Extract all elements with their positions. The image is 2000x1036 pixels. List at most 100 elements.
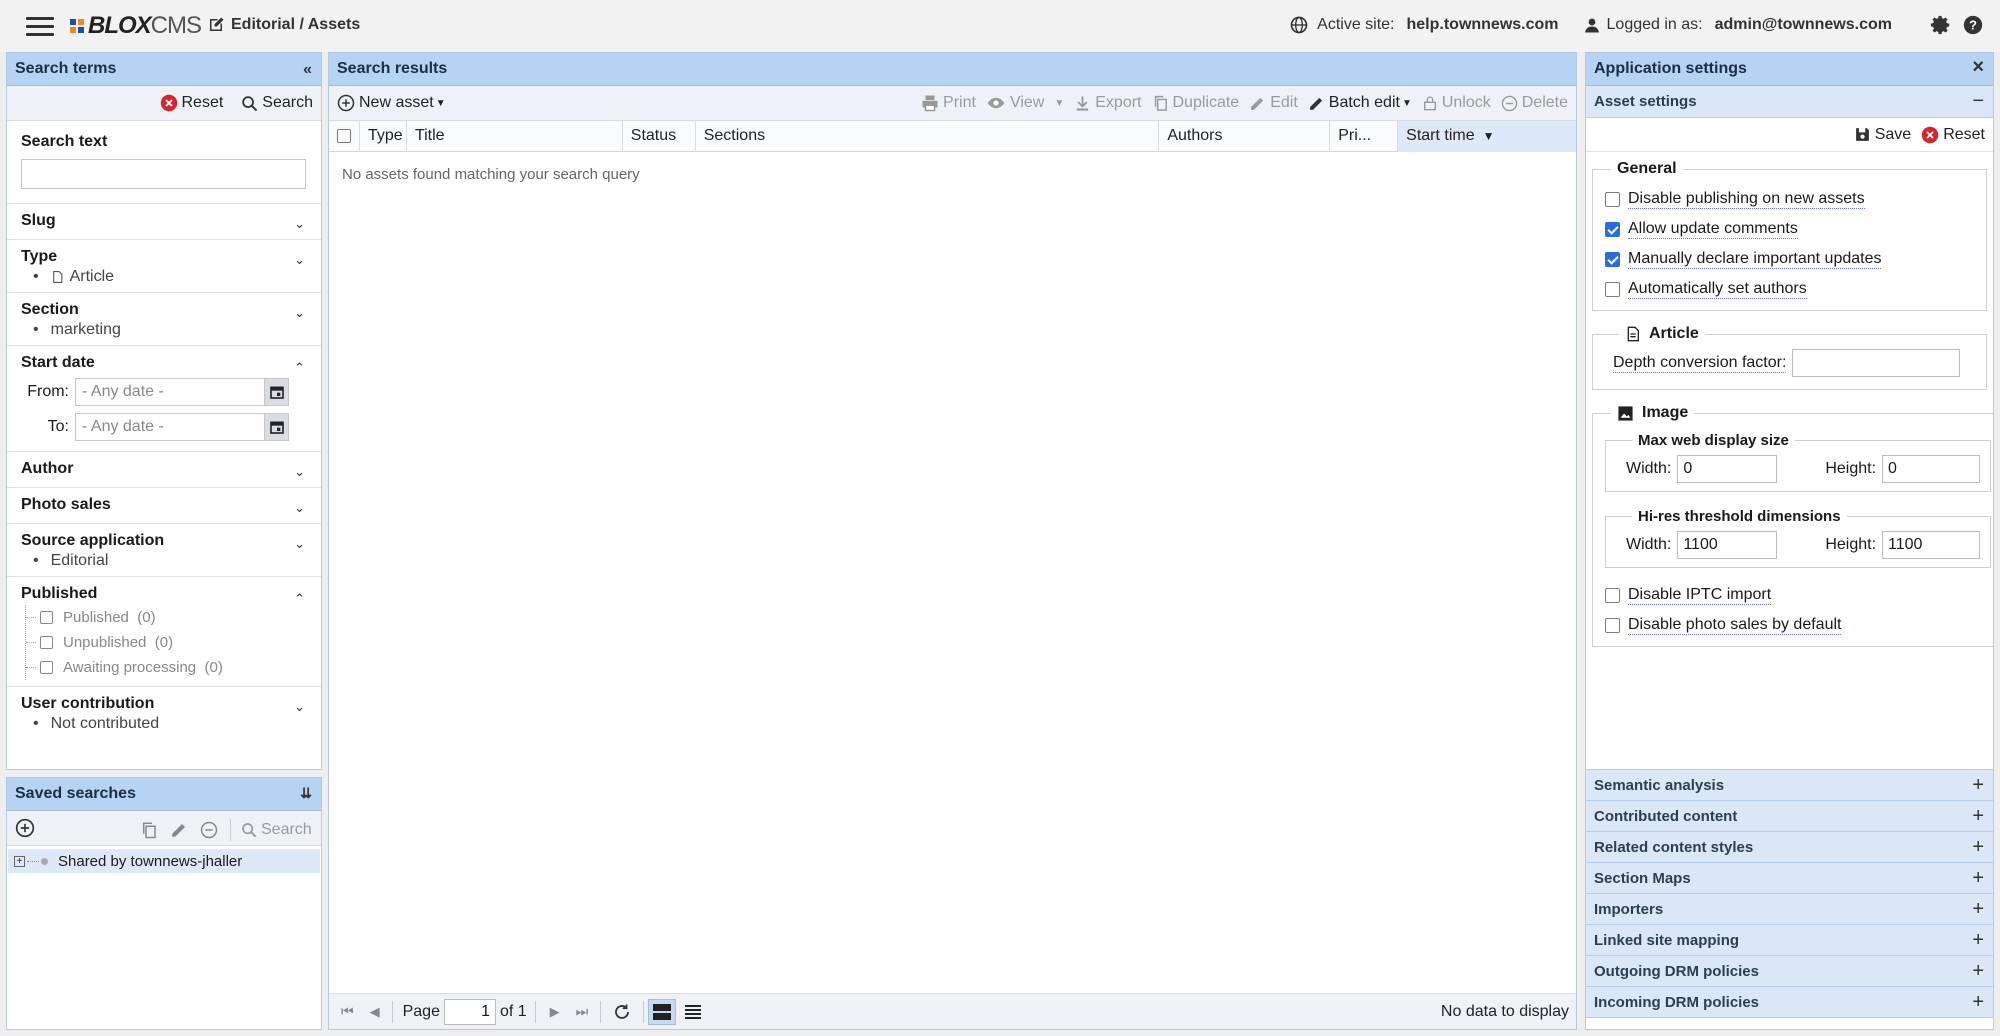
saved-search-button[interactable]: Search (241, 821, 312, 839)
checkbox-checked[interactable] (1605, 251, 1620, 267)
unpublished-option[interactable]: Unpublished (0) (26, 630, 307, 655)
contributed-content-section[interactable]: Contributed content + (1586, 801, 1993, 832)
depth-conversion-input[interactable] (1792, 349, 1961, 377)
print-button[interactable]: Print (921, 94, 976, 112)
collapse-down-icon[interactable]: ⇊ (300, 785, 312, 802)
semantic-analysis-section[interactable]: Semantic analysis + (1586, 770, 1993, 801)
chevron-down-icon[interactable]: ⌄ (294, 699, 305, 715)
section-maps-section[interactable]: Section Maps + (1586, 863, 1993, 894)
start-date-filter[interactable]: Start date ⌃ From: - Any date - To: - An… (7, 346, 321, 452)
disable-iptc-option[interactable]: Disable IPTC import (1605, 580, 1991, 610)
delete-button[interactable]: Delete (1501, 94, 1568, 112)
checkbox[interactable] (1605, 281, 1620, 297)
allow-update-comments-option[interactable]: Allow update comments (1605, 214, 1974, 244)
chevron-down-icon[interactable]: ⌄ (294, 305, 305, 321)
asset-settings-header[interactable]: Asset settings − (1586, 86, 1993, 118)
column-type[interactable]: Type (360, 120, 407, 152)
column-status[interactable]: Status (623, 120, 696, 152)
checkbox[interactable] (1605, 191, 1620, 207)
prev-page-icon[interactable]: ◀ (370, 1004, 380, 1020)
card-view-toggle[interactable] (648, 998, 677, 1025)
expand-icon[interactable]: + (1972, 960, 1984, 983)
expand-icon[interactable]: + (1972, 929, 1984, 952)
hires-height-input[interactable]: 1100 (1882, 531, 1981, 559)
new-asset-button[interactable]: New asset ▼ (337, 94, 446, 112)
checkbox-checked[interactable] (1605, 221, 1620, 237)
column-priority[interactable]: Pri... (1330, 120, 1399, 152)
related-content-styles-section[interactable]: Related content styles + (1586, 832, 1993, 863)
source-application-filter[interactable]: Source application ⌄ Editorial (7, 524, 321, 577)
edit-icon[interactable] (170, 821, 188, 839)
chevron-up-icon[interactable]: ⌃ (294, 591, 305, 607)
incoming-drm-policies-section[interactable]: Incoming DRM policies + (1586, 987, 1993, 1018)
expand-icon[interactable]: + (14, 855, 25, 867)
chevron-up-icon[interactable]: ⌃ (294, 360, 305, 376)
checkbox[interactable] (1605, 587, 1620, 603)
list-view-toggle[interactable] (680, 999, 706, 1025)
chevron-down-icon[interactable]: ⌄ (294, 216, 305, 232)
close-icon[interactable]: × (1972, 56, 1984, 79)
export-button[interactable]: Export (1074, 94, 1142, 112)
calendar-icon[interactable] (264, 414, 288, 440)
refresh-icon[interactable] (613, 1003, 631, 1021)
reset-button[interactable]: Reset (160, 94, 223, 112)
copy-icon[interactable] (140, 821, 158, 839)
active-site-value[interactable]: help.townnews.com (1407, 16, 1559, 34)
awaiting-processing-option[interactable]: Awaiting processing (0) (26, 655, 307, 680)
collapse-icon[interactable]: − (1972, 90, 1984, 113)
first-page-icon[interactable]: ⏮ (341, 1003, 354, 1020)
select-all-checkbox[interactable] (336, 129, 351, 143)
tree-item-shared[interactable]: + Shared by townnews-jhaller (8, 849, 320, 873)
add-icon[interactable] (15, 818, 35, 838)
chevron-down-icon[interactable]: ⌄ (294, 536, 305, 552)
column-authors[interactable]: Authors (1159, 120, 1331, 152)
published-option[interactable]: Published (0) (26, 605, 307, 630)
photo-sales-filter[interactable]: Photo sales ⌄ (7, 488, 321, 524)
search-button[interactable]: Search (241, 94, 313, 112)
unlock-button[interactable]: Unlock (1422, 94, 1491, 112)
author-filter[interactable]: Author ⌄ (7, 452, 321, 488)
checkbox[interactable] (40, 661, 53, 674)
duplicate-button[interactable]: Duplicate (1152, 94, 1239, 112)
hires-width-input[interactable]: 1100 (1677, 531, 1778, 559)
slug-filter[interactable]: Slug ⌄ (7, 204, 321, 240)
to-date-input[interactable]: - Any date - (75, 413, 289, 441)
batch-edit-button[interactable]: Batch edit ▼ (1308, 94, 1412, 112)
published-filter[interactable]: Published ⌃ Published (0) Unpublished (0… (7, 577, 321, 687)
last-page-icon[interactable]: ⏭ (576, 1003, 589, 1020)
checkbox[interactable] (40, 636, 53, 649)
save-button[interactable]: Save (1854, 126, 1911, 144)
expand-icon[interactable]: + (1972, 991, 1984, 1014)
disable-publishing-option[interactable]: Disable publishing on new assets (1605, 184, 1974, 214)
expand-icon[interactable]: + (1972, 836, 1984, 859)
remove-icon[interactable] (200, 821, 218, 839)
expand-icon[interactable]: + (1972, 805, 1984, 828)
edit-button[interactable]: Edit (1249, 94, 1298, 112)
view-button[interactable]: View ▼ (986, 94, 1064, 112)
page-number-input[interactable]: 1 (443, 998, 496, 1025)
column-title[interactable]: Title (407, 120, 623, 152)
chevron-down-icon[interactable]: ⌄ (294, 464, 305, 480)
from-date-input[interactable]: - Any date - (75, 378, 289, 406)
user-contribution-filter[interactable]: User contribution ⌄ Not contributed (7, 687, 321, 739)
linked-site-mapping-section[interactable]: Linked site mapping + (1586, 925, 1993, 956)
max-web-height-input[interactable]: 0 (1882, 455, 1981, 483)
chevron-down-icon[interactable]: ⌄ (294, 252, 305, 268)
expand-icon[interactable]: + (1972, 774, 1984, 797)
column-sections[interactable]: Sections (696, 120, 1160, 152)
logged-in-user[interactable]: admin@townnews.com (1715, 16, 1892, 34)
next-page-icon[interactable]: ▶ (550, 1004, 560, 1020)
menu-icon[interactable] (26, 17, 54, 37)
help-icon[interactable]: ? (1962, 14, 1984, 36)
section-filter[interactable]: Section ⌄ marketing (7, 293, 321, 346)
checkbox[interactable] (1605, 617, 1620, 633)
calendar-icon[interactable] (264, 379, 288, 405)
type-filter[interactable]: Type ⌄ Article (7, 240, 321, 293)
column-start-time[interactable]: Start time ▼ (1398, 120, 1576, 152)
outgoing-drm-policies-section[interactable]: Outgoing DRM policies + (1586, 956, 1993, 987)
checkbox[interactable] (40, 611, 53, 624)
select-all-column[interactable] (329, 120, 360, 152)
declare-important-updates-option[interactable]: Manually declare important updates (1605, 244, 1974, 274)
collapse-left-icon[interactable]: « (303, 61, 312, 79)
auto-set-authors-option[interactable]: Automatically set authors (1605, 274, 1974, 304)
